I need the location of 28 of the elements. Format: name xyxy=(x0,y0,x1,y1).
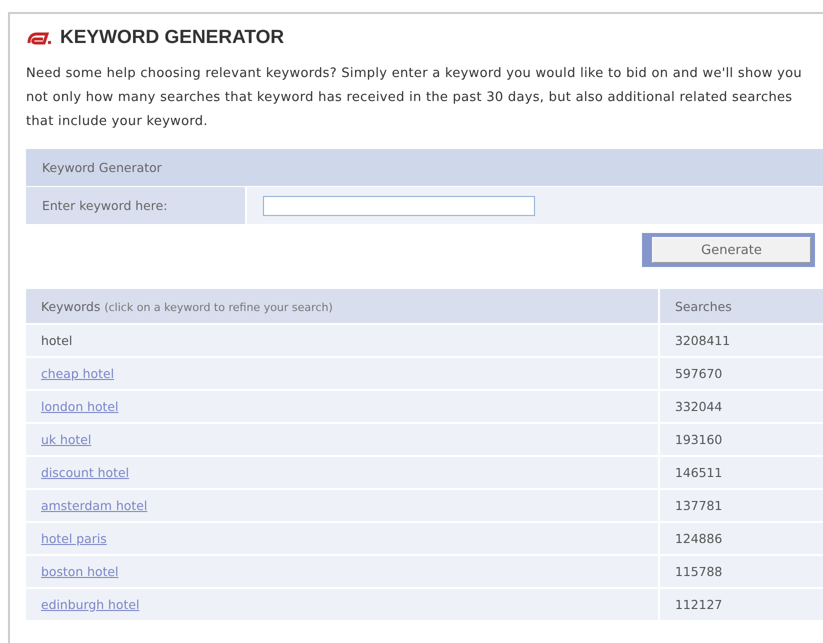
logo-icon xyxy=(26,31,54,45)
keyword-input-field[interactable] xyxy=(263,196,535,216)
search-count: 146511 xyxy=(675,465,722,480)
keyword-link[interactable]: discount hotel xyxy=(41,465,130,480)
column-hint: (click on a keyword to refine your search) xyxy=(104,300,333,314)
search-count: 597670 xyxy=(675,366,722,381)
intro-text: Need some help choosing relevant keywords? Simply enter a keyword you would like to bid on and we'll show you not only how many searches that keyword has received in the past 30 days, but also additional related searches that include your keyword. xyxy=(26,65,803,131)
column-header: Keywords xyxy=(41,298,100,314)
keyword-link[interactable]: edinburgh hotel xyxy=(41,597,140,612)
search-count: 137781 xyxy=(675,498,722,513)
section-heading: Keyword Generator xyxy=(42,160,162,175)
keyword-link[interactable]: cheap hotel xyxy=(41,366,114,381)
field-label: Enter keyword here: xyxy=(42,198,168,213)
keyword-link[interactable]: amsterdam hotel xyxy=(41,498,148,513)
keyword-link[interactable]: uk hotel xyxy=(41,432,92,447)
keyword-text: hotel xyxy=(41,333,72,348)
search-count: 193160 xyxy=(675,432,722,447)
keyword-link[interactable]: boston hotel xyxy=(41,564,118,579)
keyword-link[interactable]: hotel paris xyxy=(41,531,107,546)
page-title: KEYWORD GENERATOR xyxy=(60,27,284,49)
generate-button[interactable]: Generate xyxy=(652,237,811,263)
column-header: Searches xyxy=(675,298,732,314)
search-count: 332044 xyxy=(675,399,722,414)
search-count: 3208411 xyxy=(675,333,730,348)
keyword-link[interactable]: london hotel xyxy=(41,399,118,414)
search-count: 124886 xyxy=(675,531,722,546)
search-count: 112127 xyxy=(675,597,722,612)
search-count: 115788 xyxy=(675,564,722,579)
